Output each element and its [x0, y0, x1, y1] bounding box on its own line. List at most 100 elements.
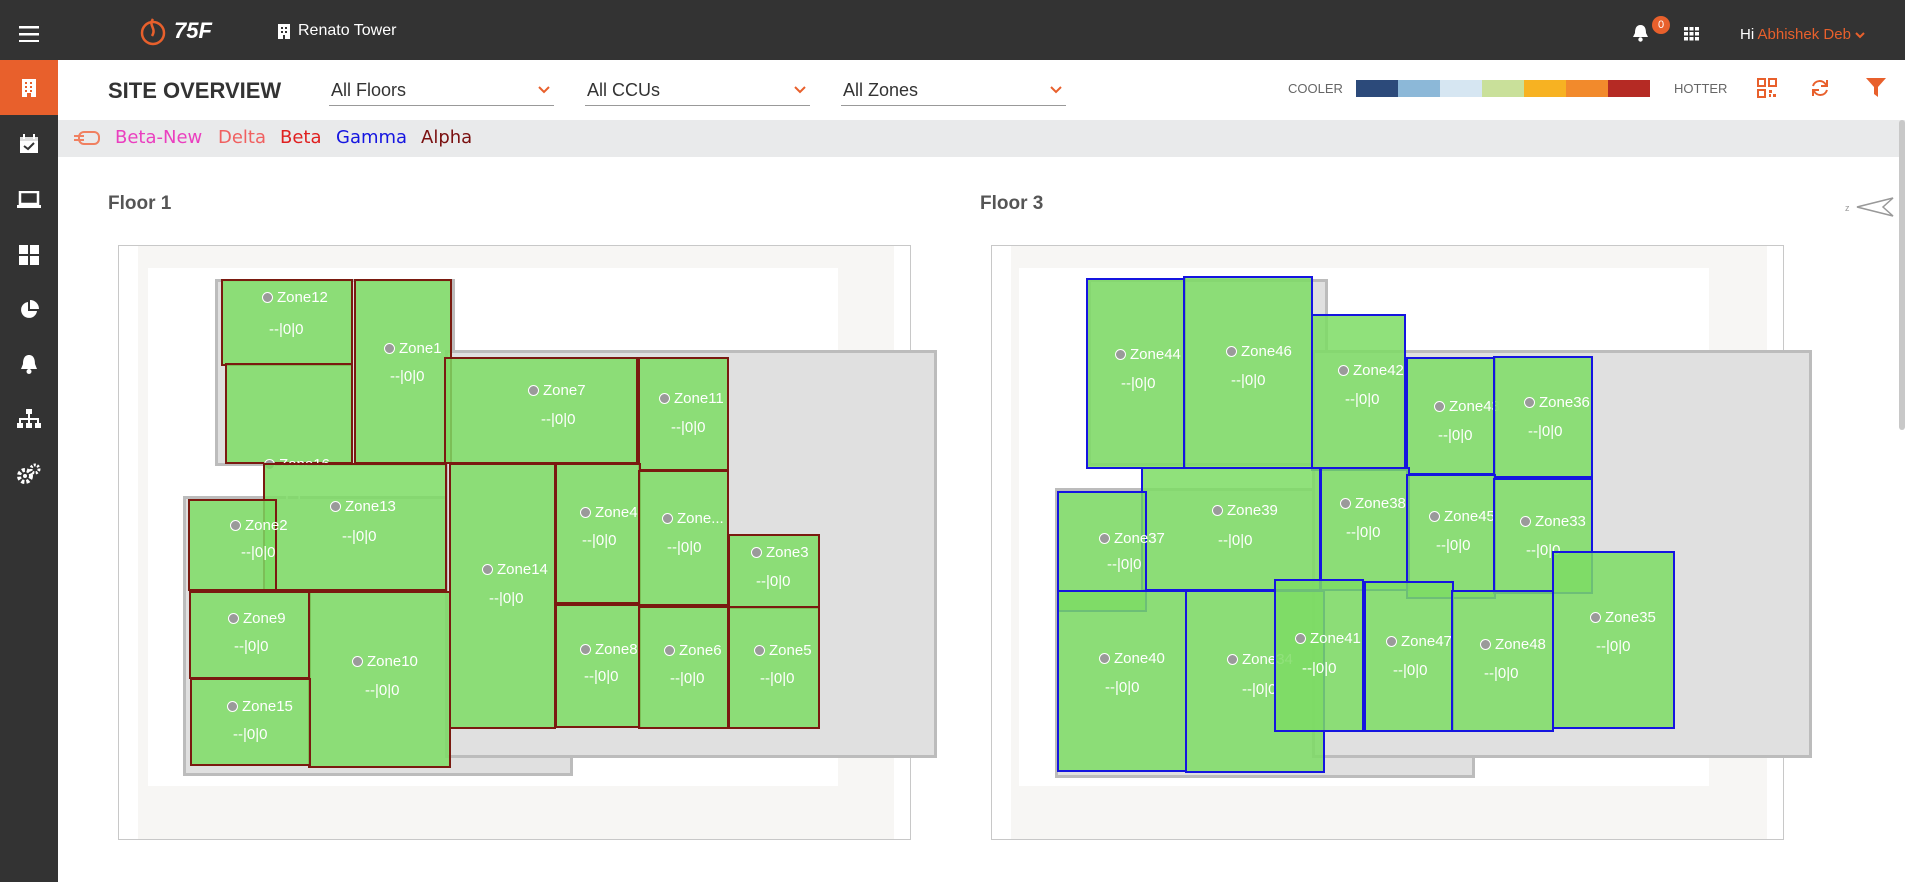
- zone-zone42[interactable]: Zone42 --|0|0: [1311, 314, 1406, 471]
- zone-reading: --|0|0: [671, 419, 706, 436]
- zone-zone41[interactable]: Zone41 --|0|0: [1274, 579, 1364, 732]
- brand-logo[interactable]: 75F: [138, 16, 212, 46]
- page-scrollbar[interactable]: [1899, 120, 1905, 430]
- ccu-label-beta[interactable]: Beta: [280, 127, 322, 148]
- zone-zone15[interactable]: Zone15 --|0|0: [190, 678, 311, 766]
- zone-name: Zone40: [1114, 650, 1165, 667]
- zone-zone47[interactable]: Zone47 --|0|0: [1364, 581, 1454, 732]
- menu-icon[interactable]: [0, 6, 58, 61]
- zone-zone43[interactable]: Zone43 --|0|0: [1406, 357, 1500, 475]
- zone-zone4[interactable]: Zone4 --|0|0: [555, 463, 641, 604]
- floor-select-value: All Floors: [331, 80, 407, 100]
- overview-header: SITE OVERVIEW All Floors All CCUs All Zo…: [58, 60, 1905, 120]
- qr-code-icon[interactable]: [1757, 78, 1777, 103]
- sidebar-item-settings[interactable]: [0, 446, 58, 501]
- zone-zone48[interactable]: Zone48 --|0|0: [1451, 590, 1554, 732]
- zone-zone44[interactable]: Zone44 --|0|0: [1086, 278, 1186, 469]
- zone-zone35[interactable]: Zone35 --|0|0: [1552, 551, 1675, 729]
- ccu-legend-bar: Beta-New Delta Beta Gamma Alpha: [58, 120, 1905, 157]
- zone-name: Zone39: [1227, 502, 1278, 519]
- filter-icon[interactable]: [1866, 78, 1886, 103]
- floor-select[interactable]: All Floors: [329, 80, 554, 106]
- sidebar-item-site-overview[interactable]: [0, 60, 58, 115]
- user-menu[interactable]: Hi Abhishek Deb: [1740, 26, 1865, 43]
- apps-grid-icon[interactable]: [1684, 27, 1699, 46]
- scale-swatch: [1398, 80, 1440, 97]
- zone-zone1[interactable]: Zone1 --|0|0: [354, 279, 452, 464]
- top-bar: 75F Renato Tower 0 Hi Abhishek Deb: [58, 0, 1905, 60]
- zone-label: Zone7: [528, 382, 586, 399]
- zone-zone6[interactable]: Zone6 --|0|0: [638, 606, 729, 729]
- zone-status-dot: [662, 513, 673, 524]
- zone-status-dot: [384, 343, 395, 354]
- zone-reading: --|0|0: [1121, 375, 1156, 392]
- zone-zone7[interactable]: Zone7 --|0|0: [444, 357, 638, 464]
- zone-label: Zone11: [659, 390, 724, 407]
- ccu-label-beta-new[interactable]: Beta-New: [115, 127, 202, 148]
- zone-status-dot: [664, 645, 675, 656]
- building-icon: [22, 78, 36, 97]
- zone-label: Zone6: [664, 642, 722, 659]
- site-selector[interactable]: Renato Tower: [278, 22, 396, 40]
- zone-zone38[interactable]: Zone38 --|0|0: [1320, 467, 1410, 591]
- zone-select[interactable]: All Zones: [841, 80, 1066, 106]
- zone-reading: --|0|0: [1484, 665, 1519, 682]
- floor-1-plan[interactable]: Zone12 --|0|0 Zone1 --|0|0 Zone16--|0|0 Zone7…: [118, 245, 937, 840]
- zone-status-dot: [1434, 401, 1445, 412]
- zone-status-dot: [227, 701, 238, 712]
- zone-reading: --|0|0: [1105, 679, 1140, 696]
- zone-name: Zone35: [1605, 609, 1656, 626]
- zone-label: Zone10: [352, 653, 418, 670]
- zone-name: Zone15: [242, 698, 293, 715]
- ccu-icon: [74, 130, 100, 151]
- left-sidebar: [0, 0, 58, 882]
- zone-status-dot: [1590, 612, 1601, 623]
- zone-zone14[interactable]: Zone14 --|0|0: [449, 463, 556, 729]
- scale-swatch: [1482, 80, 1524, 97]
- zone-zone16[interactable]: Zone16--|0|0: [225, 363, 353, 500]
- greeting-text: Hi: [1740, 26, 1755, 43]
- zone-name: Zone38: [1355, 495, 1406, 512]
- sidebar-item-devices[interactable]: [0, 172, 58, 227]
- zone-reading: --|0|0: [541, 411, 576, 428]
- zone-status-dot: [1099, 533, 1110, 544]
- ccu-select[interactable]: All CCUs: [585, 80, 810, 106]
- zone-zone2[interactable]: Zone2 --|0|0: [188, 499, 288, 591]
- zone-zone[interactable]: Zone... --|0|0: [638, 470, 729, 606]
- zone-zone9[interactable]: Zone9 --|0|0: [189, 591, 311, 679]
- zone-name: Zone3: [766, 544, 809, 561]
- ccu-label-alpha[interactable]: Alpha: [421, 127, 472, 148]
- zone-zone5[interactable]: Zone5 --|0|0: [728, 606, 820, 729]
- zone-reading: --|0|0: [1346, 524, 1381, 541]
- zone-zone10[interactable]: Zone10 --|0|0: [308, 591, 451, 768]
- zone-zone39[interactable]: Zone39 --|0|0: [1141, 467, 1321, 591]
- zone-status-dot: [1099, 653, 1110, 664]
- zone-status-dot: [1524, 397, 1535, 408]
- zone-zone36[interactable]: Zone36 --|0|0: [1493, 356, 1593, 478]
- zone-zone46[interactable]: Zone46 --|0|0: [1183, 276, 1313, 469]
- zone-zone8[interactable]: Zone8 --|0|0: [555, 604, 641, 728]
- alarm-bell-icon: [21, 354, 37, 374]
- zone-zone11[interactable]: Zone11 --|0|0: [638, 357, 729, 471]
- ccu-label-gamma[interactable]: Gamma: [336, 127, 407, 148]
- sidebar-item-dashboard[interactable]: [0, 227, 58, 282]
- zone-reading: --|0|0: [233, 726, 268, 743]
- zone-zone3[interactable]: Zone3 --|0|0: [728, 534, 820, 609]
- zone-zone12[interactable]: Zone12 --|0|0: [221, 279, 353, 366]
- ccu-label-delta[interactable]: Delta: [218, 127, 266, 148]
- sidebar-item-analytics[interactable]: [0, 282, 58, 337]
- zone-zone40[interactable]: Zone40 --|0|0: [1057, 590, 1187, 772]
- zone-label: Zone45: [1429, 508, 1495, 525]
- zone-label: Zone36: [1524, 394, 1590, 411]
- floor-3-plan[interactable]: Zone44 --|0|0 Zone46 --|0|0 Zone42 --|0|0 Zone…: [991, 245, 1812, 840]
- zone-name: Zone7: [543, 382, 586, 399]
- sidebar-item-hierarchy[interactable]: [0, 391, 58, 446]
- notification-bell-icon[interactable]: [1632, 24, 1649, 47]
- zone-label: Zone38: [1340, 495, 1406, 512]
- compass-north-icon: z: [1845, 195, 1895, 224]
- refresh-icon[interactable]: [1810, 78, 1830, 103]
- sidebar-item-schedules[interactable]: [0, 116, 58, 171]
- zone-zone13[interactable]: Zone13 --|0|0: [263, 463, 447, 591]
- zone-reading: --|0|0: [756, 573, 791, 590]
- sidebar-item-alerts[interactable]: [0, 336, 58, 391]
